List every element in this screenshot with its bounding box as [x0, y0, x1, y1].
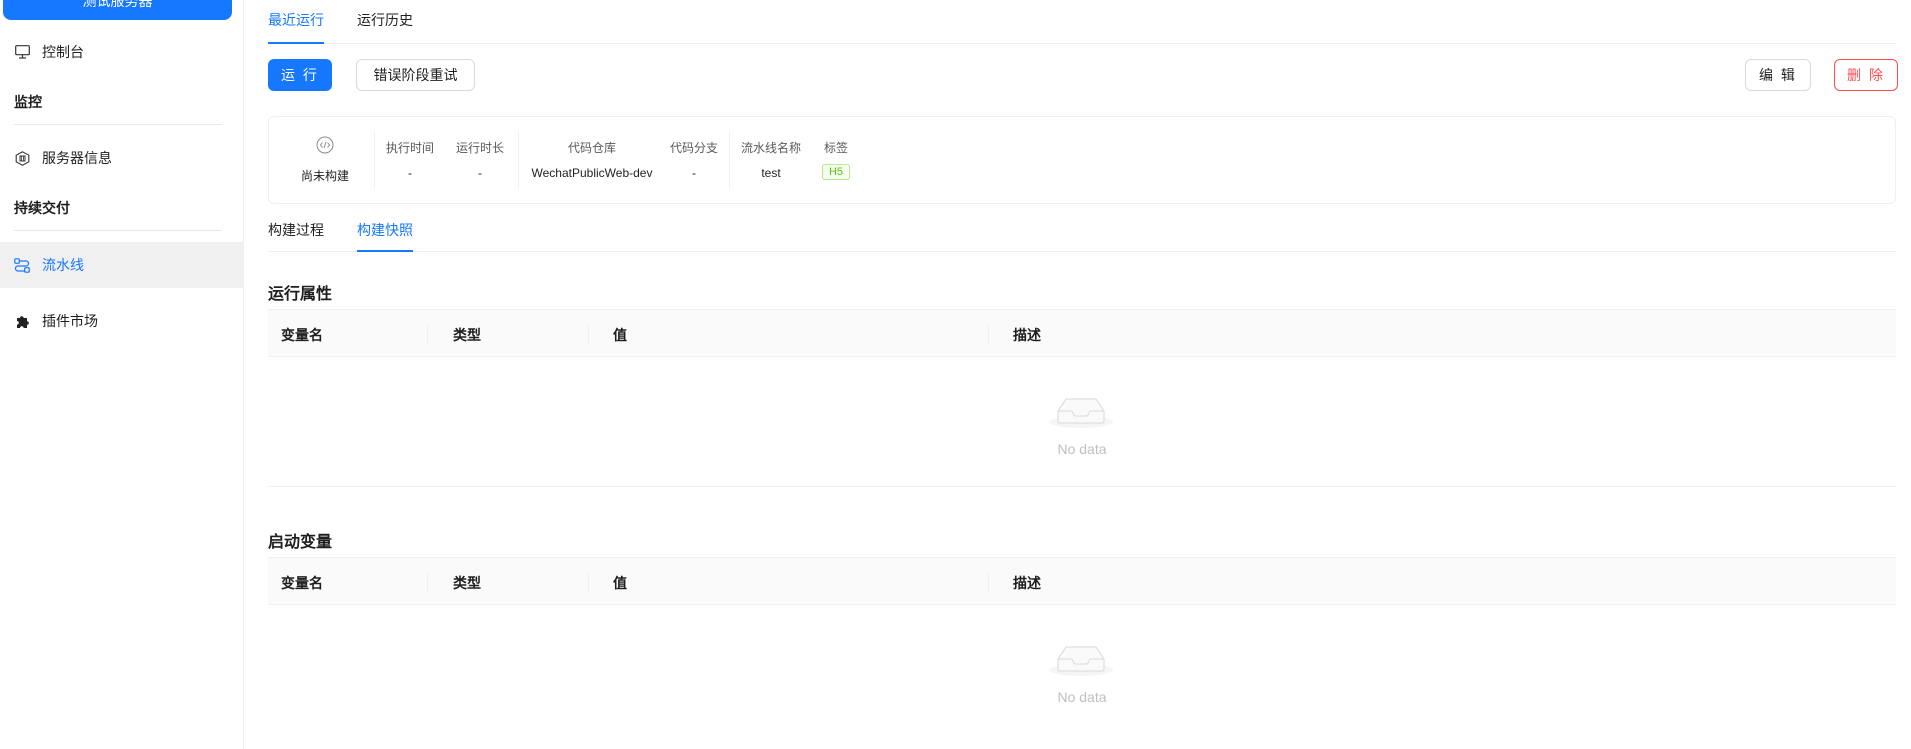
col-header-name: 变量名	[281, 327, 323, 343]
run-tabs: 最近运行 运行历史	[268, 0, 1896, 44]
branch-col: 代码分支 -	[663, 117, 725, 203]
tab-recent-run[interactable]: 最近运行	[268, 10, 324, 44]
sidebar-item-label: 插件市场	[42, 313, 98, 329]
col-header-value: 值	[613, 575, 627, 591]
table-header: 变量名 类型 值 描述	[268, 557, 1896, 605]
tag-col: 标签 H5	[809, 117, 863, 203]
nav-group-cd: 持续交付	[14, 200, 70, 216]
run-button[interactable]: 运 行	[268, 59, 332, 91]
retry-failed-stage-button[interactable]: 错误阶段重试	[356, 59, 475, 91]
repo-label: 代码仓库	[567, 141, 616, 155]
duration-value: -	[478, 166, 482, 180]
empty-inbox-icon	[1049, 635, 1113, 679]
branch-label: 代码分支	[669, 141, 718, 155]
duration-col: 运行时长 -	[447, 117, 513, 203]
tab-run-history[interactable]: 运行历史	[357, 10, 413, 44]
code-icon	[289, 136, 361, 157]
col-header-type: 类型	[453, 575, 481, 591]
empty-text: No data	[1057, 689, 1107, 705]
tag-badge: H5	[821, 164, 851, 180]
empty-state: No data	[268, 605, 1896, 735]
nav-group-monitor: 监控	[14, 94, 42, 110]
col-separator	[374, 131, 375, 189]
server-icon	[14, 150, 30, 166]
build-subtabs: 构建过程 构建快照	[268, 212, 1896, 252]
pipeline-name-label: 流水线名称	[740, 141, 801, 155]
tag-label: 标签	[823, 141, 848, 155]
empty-inbox-icon	[1049, 387, 1113, 431]
th-separator	[427, 324, 428, 344]
table-header: 变量名 类型 值 描述	[268, 309, 1896, 357]
duration-label: 运行时长	[455, 141, 504, 155]
col-separator	[729, 131, 730, 189]
delete-button[interactable]: 删 除	[1834, 59, 1898, 91]
build-status: 尚未构建	[300, 169, 349, 183]
nav-divider	[14, 230, 222, 231]
sidebar-item-server-info[interactable]: 服务器信息	[0, 135, 244, 181]
th-separator	[988, 572, 989, 592]
build-status-col: 尚未构建	[289, 117, 361, 203]
col-header-type: 类型	[453, 327, 481, 343]
col-header-name: 变量名	[281, 575, 323, 591]
pipeline-info-card: 尚未构建 执行时间 - 运行时长 - 代码仓库 WechatPublicWeb-…	[268, 116, 1896, 204]
col-header-description: 描述	[1013, 575, 1041, 591]
col-header-value: 值	[613, 327, 627, 343]
monitor-icon	[14, 44, 30, 60]
puzzle-icon	[14, 313, 30, 329]
tab-build-process[interactable]: 构建过程	[268, 220, 324, 252]
test-server-button[interactable]: 测试服务器	[3, 0, 232, 20]
th-separator	[588, 324, 589, 344]
empty-text: No data	[1057, 441, 1107, 457]
th-separator	[588, 572, 589, 592]
nav-divider	[14, 124, 222, 125]
empty-state: No data	[268, 357, 1896, 487]
section-title-run-properties: 运行属性	[268, 286, 333, 303]
tab-build-snapshot[interactable]: 构建快照	[357, 220, 413, 252]
th-separator	[988, 324, 989, 344]
exec-time-col: 执行时间 -	[377, 117, 443, 203]
sidebar: 测试服务器 控制台 监控 服务器信息 持续交付 流水线 插件市场	[0, 0, 244, 749]
section-title-startup-variables: 启动变量	[268, 534, 333, 551]
exec-time-value: -	[408, 166, 412, 180]
exec-time-label: 执行时间	[385, 141, 434, 155]
th-separator	[427, 572, 428, 592]
pipeline-name-value: test	[761, 166, 781, 180]
repo-col: 代码仓库 WechatPublicWeb-dev	[521, 117, 663, 203]
sidebar-item-plugin-market[interactable]: 插件市场	[0, 298, 244, 344]
main-content: 最近运行 运行历史 运 行 错误阶段重试 编 辑 删 除 尚未构建 执行时间 -…	[268, 0, 1898, 749]
col-header-description: 描述	[1013, 327, 1041, 343]
col-separator	[518, 131, 519, 189]
edit-button[interactable]: 编 辑	[1745, 59, 1811, 91]
branch-value: -	[692, 166, 696, 180]
sidebar-item-pipeline[interactable]: 流水线	[0, 242, 244, 288]
pipeline-icon	[14, 257, 30, 273]
sidebar-item-label: 控制台	[42, 44, 84, 60]
sidebar-item-console[interactable]: 控制台	[0, 29, 244, 75]
sidebar-item-label: 流水线	[42, 257, 84, 273]
pipeline-name-col: 流水线名称 test	[733, 117, 809, 203]
sidebar-item-label: 服务器信息	[42, 150, 112, 166]
repo-value: WechatPublicWeb-dev	[531, 166, 653, 180]
